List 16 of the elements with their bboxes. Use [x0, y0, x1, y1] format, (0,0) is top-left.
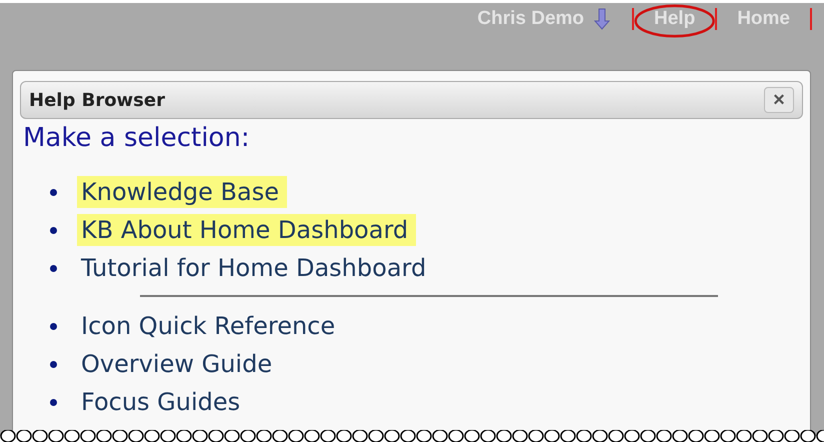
help-topic-link[interactable]: Tutorial for Home Dashboard [77, 252, 434, 284]
bullet-icon [50, 398, 57, 406]
help-topic-link[interactable]: KB About Home Dashboard [77, 214, 416, 246]
bullet-icon [50, 360, 57, 368]
help-topic-link[interactable]: Icon Quick Reference [77, 310, 344, 342]
bullet-icon [50, 226, 57, 234]
help-topic-link[interactable]: Focus Guides [77, 386, 248, 418]
down-arrow-icon[interactable] [594, 8, 610, 30]
bullet-icon [50, 264, 57, 272]
help-topic-link[interactable]: Knowledge Base [77, 176, 287, 208]
selection-heading: Make a selection: [23, 123, 251, 153]
close-button[interactable]: × [764, 87, 794, 113]
bullet-icon [50, 188, 57, 196]
bullet-icon [50, 322, 57, 330]
help-topic-link[interactable]: Overview Guide [77, 348, 280, 380]
dialog-title: Help Browser [29, 90, 165, 110]
